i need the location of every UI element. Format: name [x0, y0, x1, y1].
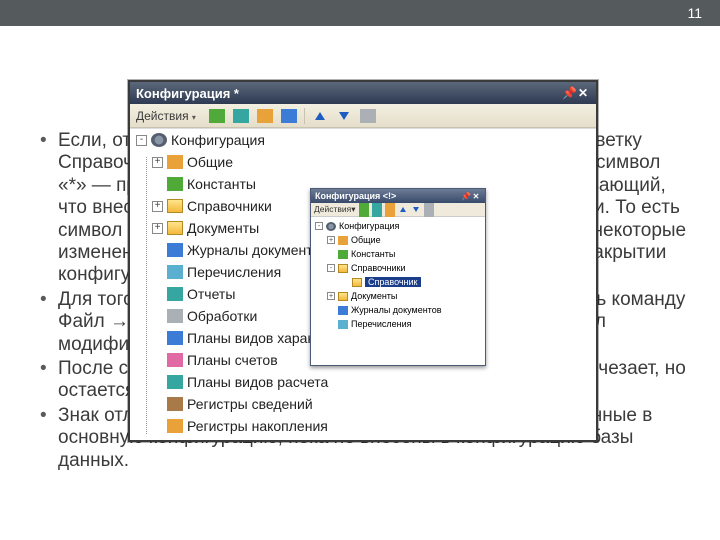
misc-icon[interactable]: [280, 108, 298, 124]
tree-node[interactable]: Планы видов расчета: [130, 371, 596, 393]
move-down-icon[interactable]: [335, 108, 353, 124]
tree-node[interactable]: - Конфигурация: [311, 219, 485, 233]
edit-item-icon[interactable]: [232, 108, 250, 124]
chevron-down-icon: ▾: [351, 204, 355, 214]
tree-node-label: Регистры накопления: [187, 418, 328, 434]
delete-item-icon[interactable]: [385, 205, 395, 215]
brown-icon: [167, 397, 183, 411]
folder-icon: [167, 199, 183, 213]
close-icon[interactable]: ✕: [576, 86, 590, 100]
tree-node[interactable]: Журналы документов: [311, 303, 485, 317]
tree-node-label: Журналы документов: [351, 305, 441, 315]
tree-node-label: Конфигурация: [171, 132, 265, 148]
sort-icon[interactable]: [359, 108, 377, 124]
config-tree-diff[interactable]: - Конфигурация + Общие Константы - Справочники…: [311, 217, 485, 365]
orange-icon: [338, 236, 348, 245]
new-item-icon[interactable]: [208, 108, 226, 124]
tree-expander-icon[interactable]: +: [152, 157, 163, 168]
toolbar-separator: [304, 108, 305, 124]
tree-node-label: Справочники: [351, 263, 406, 273]
folder-icon: [352, 278, 362, 287]
tree-node-label: Общие: [351, 235, 381, 245]
green-icon: [167, 177, 183, 191]
slide-top-bar: 11: [0, 0, 720, 26]
edit-item-icon[interactable]: [372, 205, 382, 215]
tree-node[interactable]: Регистры накопления: [130, 415, 596, 437]
tree-expander-icon[interactable]: +: [327, 292, 335, 300]
chevron-down-icon: ▾: [192, 113, 196, 122]
tree-node-label: Отчеты: [187, 286, 235, 302]
pink-icon: [167, 353, 183, 367]
teal-icon: [167, 375, 183, 389]
config-window-diff-titlebar[interactable]: Конфигурация <!> 📌 ✕: [311, 189, 485, 203]
tree-node-label: Константы: [351, 249, 395, 259]
move-up-icon[interactable]: [398, 205, 408, 215]
tree-node[interactable]: - Конфигурация: [130, 129, 596, 151]
tree-node-label: Журналы документов: [187, 242, 328, 258]
actions-menu[interactable]: Действия ▾: [136, 109, 196, 123]
teal-icon: [167, 287, 183, 301]
tree-expander-icon[interactable]: -: [327, 264, 335, 272]
config-window-main-titlebar[interactable]: Конфигурация * 📌 ✕: [130, 82, 596, 104]
tree-node[interactable]: + Общие: [130, 151, 596, 173]
tree-node-label: Документы: [351, 291, 397, 301]
tree-expander-icon[interactable]: -: [136, 135, 147, 146]
folder-icon: [167, 221, 183, 235]
tree-node[interactable]: + Документы: [311, 289, 485, 303]
blue-icon: [167, 243, 183, 257]
blue-icon: [338, 306, 348, 315]
tree-node-label: Константы: [187, 176, 256, 192]
config-window-diff-title: Конфигурация <!>: [315, 191, 396, 201]
config-window-diff-toolbar: Действия▾: [311, 203, 485, 217]
actions-menu[interactable]: Действия▾: [314, 204, 356, 215]
tree-node[interactable]: - Справочники: [311, 261, 485, 275]
tree-node[interactable]: Перечисления: [311, 317, 485, 331]
tree-node-label: Обработки: [187, 308, 257, 324]
pin-icon[interactable]: 📌: [461, 192, 471, 201]
tree-node-label: Планы видов расчета: [187, 374, 328, 390]
config-window-diff: Конфигурация <!> 📌 ✕ Действия▾ - Конфигур…: [310, 188, 486, 366]
tree-node-label: Конфигурация: [339, 221, 399, 231]
tree-expander-icon[interactable]: +: [327, 236, 335, 244]
config-window-main-toolbar: Действия ▾: [130, 104, 596, 128]
tree-node[interactable]: Регистры сведений: [130, 393, 596, 415]
tree-node-label: Документы: [187, 220, 259, 236]
config-window-main-title: Конфигурация *: [136, 86, 239, 101]
gear-icon: [326, 222, 336, 231]
delete-item-icon[interactable]: [256, 108, 274, 124]
tree-node-label: Перечисления: [351, 319, 412, 329]
close-icon[interactable]: ✕: [471, 192, 481, 201]
grey-icon: [167, 309, 183, 323]
new-item-icon[interactable]: [359, 205, 369, 215]
folder-icon: [338, 264, 348, 273]
tree-node[interactable]: Константы: [311, 247, 485, 261]
blue-icon: [167, 331, 183, 345]
tree-expander-icon[interactable]: +: [152, 201, 163, 212]
tree-node[interactable]: + Общие: [311, 233, 485, 247]
orange-icon: [167, 155, 183, 169]
move-down-icon[interactable]: [411, 205, 421, 215]
gear-icon: [151, 133, 167, 147]
tree-node-label: Планы счетов: [187, 352, 278, 368]
tree-expander-icon[interactable]: -: [315, 222, 323, 230]
green-icon: [338, 250, 348, 259]
page-number: 11: [687, 5, 702, 21]
tree-node[interactable]: Справочник: [311, 275, 485, 289]
tree-node-label: Регистры сведений: [187, 396, 313, 412]
move-up-icon[interactable]: [311, 108, 329, 124]
tree-node-label: Справочник: [365, 277, 421, 287]
pin-icon[interactable]: 📌: [562, 86, 576, 100]
tree-expander-icon[interactable]: +: [152, 223, 163, 234]
tree-node[interactable]: Регистры бухгалтерии: [130, 437, 596, 440]
cyan-icon: [338, 320, 348, 329]
orange-icon: [167, 419, 183, 433]
tree-node-label: Перечисления: [187, 264, 281, 280]
sort-icon[interactable]: [424, 205, 434, 215]
folder-icon: [338, 292, 348, 301]
tree-node-label: Справочники: [187, 198, 272, 214]
tree-guide-line: [146, 157, 147, 434]
cyan-icon: [167, 265, 183, 279]
tree-node-label: Общие: [187, 154, 233, 170]
